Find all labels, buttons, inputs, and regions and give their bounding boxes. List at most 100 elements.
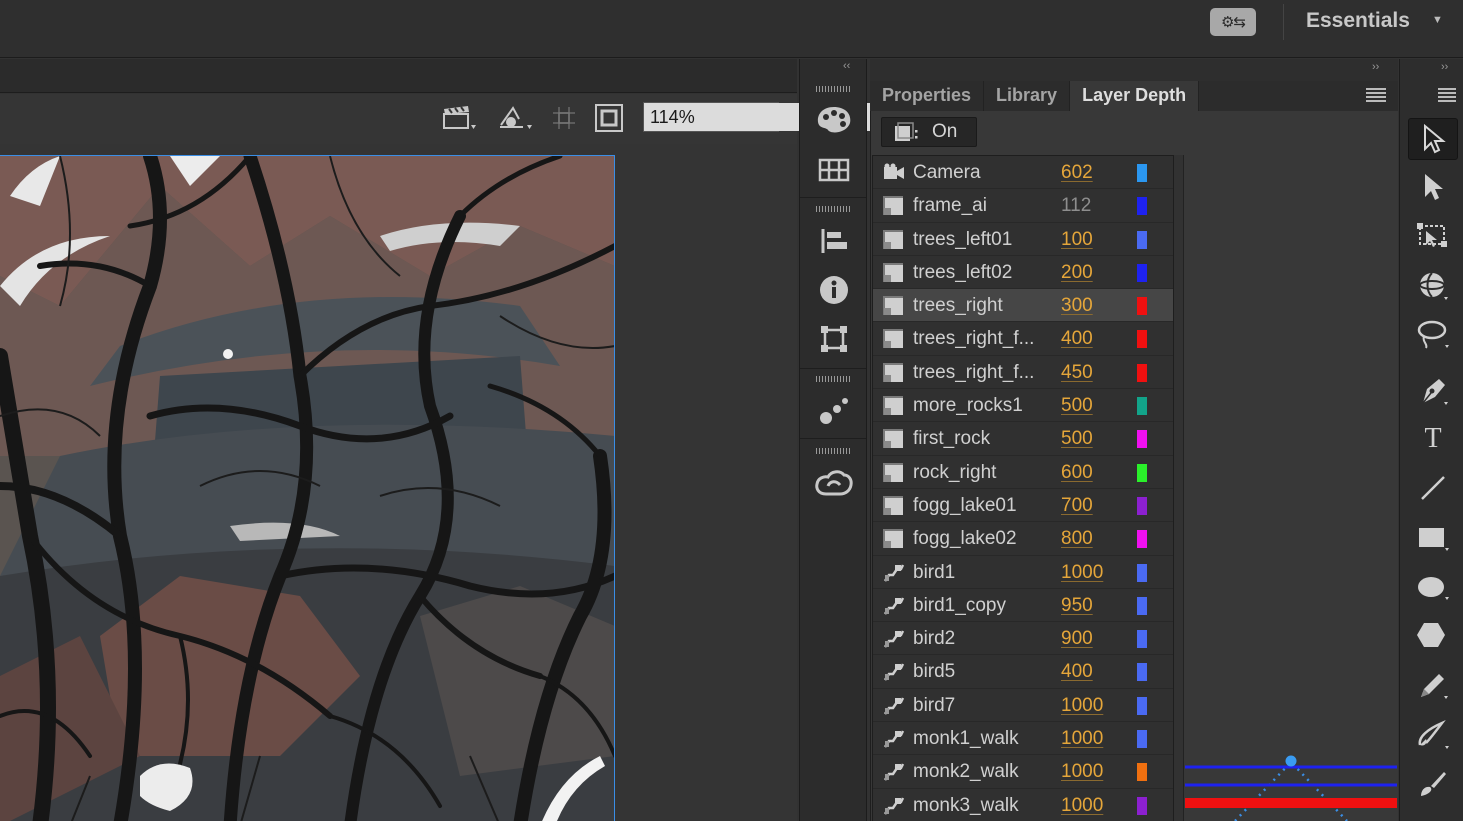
tab-properties[interactable]: Properties (870, 81, 985, 111)
layer-row[interactable]: trees_right_f... 450 (873, 356, 1173, 390)
clip-stage-icon[interactable] (593, 103, 625, 133)
text-tool-icon[interactable]: T (1408, 418, 1458, 460)
layer-row[interactable]: bird7 1000 (873, 689, 1173, 723)
layer-depth-value[interactable]: 700 (1061, 495, 1093, 517)
layer-depth-value[interactable]: 1000 (1061, 761, 1103, 783)
selection-tool-icon[interactable] (1408, 118, 1458, 160)
layer-row[interactable]: bird2 900 (873, 622, 1173, 656)
layer-row[interactable]: fogg_lake01 700 (873, 489, 1173, 523)
align-icon[interactable] (813, 224, 855, 258)
panel-menu-icon[interactable] (1366, 88, 1386, 102)
layer-depth-value[interactable]: 950 (1061, 595, 1093, 617)
lasso-tool-icon[interactable] (1408, 313, 1458, 355)
3d-rotation-tool-icon[interactable] (1408, 265, 1458, 307)
layer-row[interactable]: trees_right 300 (873, 289, 1173, 323)
dock-grip[interactable] (816, 376, 850, 382)
layer-depth-value[interactable]: 1000 (1061, 695, 1103, 717)
layer-depth-value[interactable]: 400 (1061, 661, 1093, 683)
layer-depth-value[interactable]: 500 (1061, 395, 1093, 417)
dock-grip[interactable] (816, 86, 850, 92)
pen-tool-icon[interactable] (1408, 370, 1458, 412)
clapper-board-icon[interactable] (438, 103, 480, 133)
layer-depth-value[interactable]: 400 (1061, 328, 1093, 350)
layer-color-swatch[interactable] (1137, 397, 1147, 416)
layer-row[interactable]: first_rock 500 (873, 422, 1173, 456)
layer-color-swatch[interactable] (1137, 297, 1147, 316)
layer-row[interactable]: Camera 602 (873, 156, 1173, 190)
layer-row[interactable]: bird1 1000 (873, 556, 1173, 589)
layer-depth-value[interactable]: 600 (1061, 462, 1093, 484)
layer-color-swatch[interactable] (1137, 463, 1147, 482)
motion-presets-icon[interactable] (813, 393, 855, 427)
layer-depth-toggle-button[interactable]: On (881, 117, 977, 147)
free-transform-tool-icon[interactable] (1408, 215, 1458, 257)
transform-box-icon[interactable] (813, 322, 855, 356)
layer-row[interactable]: monk1_walk 1000 (873, 722, 1173, 756)
layer-depth-value[interactable]: 300 (1061, 295, 1093, 317)
layer-row[interactable]: fogg_lake02 800 (873, 522, 1173, 556)
grid-table-icon[interactable] (813, 153, 855, 187)
color-swatches-icon[interactable] (813, 103, 855, 137)
layer-depth-value[interactable]: 1000 (1061, 728, 1103, 750)
layer-row[interactable]: more_rocks1 500 (873, 389, 1173, 423)
layer-row[interactable]: trees_left02 200 (873, 256, 1173, 290)
layer-depth-value[interactable]: 1000 (1061, 562, 1103, 584)
snap-grid-icon[interactable] (549, 103, 579, 133)
layer-depth-value[interactable]: 450 (1061, 362, 1093, 384)
tools-menu-icon[interactable] (1438, 88, 1456, 102)
layer-depth-value[interactable]: 1000 (1061, 795, 1103, 817)
layer-depth-value[interactable]: 200 (1061, 262, 1093, 284)
chevron-down-icon[interactable]: ▼ (1432, 14, 1443, 26)
creative-cloud-icon[interactable] (813, 466, 855, 500)
pencil-tool-icon[interactable] (1408, 664, 1458, 706)
layer-row[interactable]: trees_right_f... 400 (873, 322, 1173, 356)
layer-color-swatch[interactable] (1137, 696, 1147, 715)
layer-row[interactable]: frame_ai 112 (873, 189, 1173, 223)
layer-color-swatch[interactable] (1137, 796, 1147, 815)
subselection-tool-icon[interactable] (1408, 166, 1458, 208)
paint-brush-tool-icon[interactable] (1408, 714, 1458, 756)
layer-color-swatch[interactable] (1137, 763, 1147, 782)
layer-color-swatch[interactable] (1137, 263, 1147, 282)
tab-library[interactable]: Library (984, 81, 1071, 111)
layer-color-swatch[interactable] (1137, 596, 1147, 615)
transform-tool-icon[interactable] (494, 103, 536, 133)
layer-row[interactable]: rock_right 600 (873, 456, 1173, 489)
layer-color-swatch[interactable] (1137, 330, 1147, 349)
layer-list-scrollbar[interactable] (1174, 155, 1184, 821)
layer-color-swatch[interactable] (1137, 663, 1147, 682)
layer-depth-value[interactable]: 500 (1061, 428, 1093, 450)
collapse-dock-button[interactable]: ‹‹ (843, 60, 850, 72)
layer-color-swatch[interactable] (1137, 496, 1147, 515)
zoom-control[interactable]: ▼ (643, 102, 895, 132)
stage-artboard[interactable] (0, 155, 615, 821)
expand-tools-button[interactable]: ›› (1441, 61, 1448, 73)
workspace-switcher-label[interactable]: Essentials (1306, 9, 1410, 33)
layer-row[interactable]: bird5 400 (873, 655, 1173, 689)
layer-depth-value[interactable]: 602 (1061, 162, 1093, 184)
sync-settings-icon[interactable]: ⚙⇆ (1210, 8, 1256, 36)
rectangle-tool-icon[interactable] (1408, 517, 1458, 559)
layer-depth-value[interactable]: 900 (1061, 628, 1093, 650)
layer-color-swatch[interactable] (1137, 363, 1147, 382)
layer-color-swatch[interactable] (1137, 430, 1147, 449)
layer-color-swatch[interactable] (1137, 630, 1147, 649)
layer-color-swatch[interactable] (1137, 197, 1147, 216)
line-tool-icon[interactable] (1408, 467, 1458, 509)
layer-row[interactable]: monk3_walk 1000 (873, 789, 1173, 821)
layer-depth-value[interactable]: 100 (1061, 229, 1093, 251)
polystar-tool-icon[interactable] (1408, 614, 1458, 656)
info-icon[interactable] (813, 273, 855, 307)
dock-grip[interactable] (816, 206, 850, 212)
camera-position-handle[interactable] (1285, 755, 1297, 767)
layer-row[interactable]: monk2_walk 1000 (873, 755, 1173, 789)
oval-tool-icon[interactable] (1408, 566, 1458, 608)
layer-color-swatch[interactable] (1137, 730, 1147, 749)
layer-color-swatch[interactable] (1137, 164, 1147, 182)
layer-color-swatch[interactable] (1137, 563, 1147, 582)
depth-graph[interactable] (1185, 740, 1397, 821)
layer-color-swatch[interactable] (1137, 230, 1147, 249)
layer-depth-value[interactable]: 112 (1061, 195, 1091, 217)
layer-row[interactable]: trees_left01 100 (873, 223, 1173, 256)
tab-layer-depth[interactable]: Layer Depth (1070, 81, 1200, 111)
